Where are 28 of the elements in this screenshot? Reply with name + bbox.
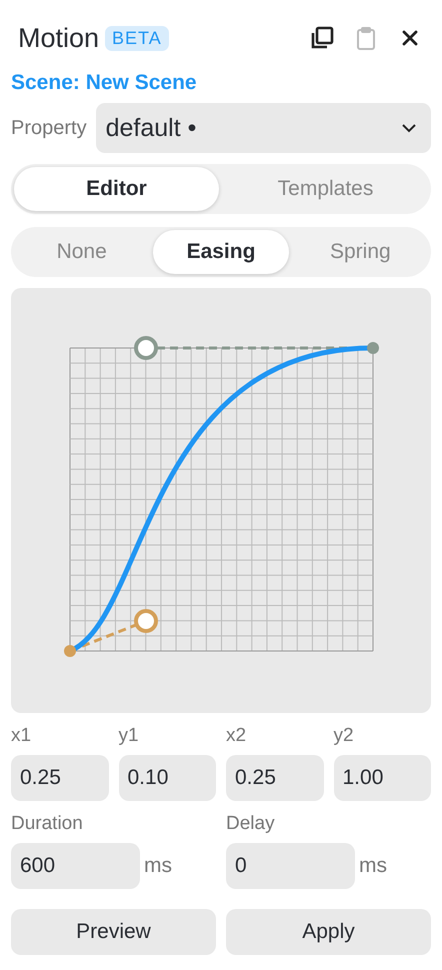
unit-label: ms xyxy=(359,854,387,878)
property-dropdown[interactable]: default • xyxy=(96,103,431,153)
apply-button[interactable]: Apply xyxy=(226,909,431,955)
param-field[interactable]: 0.10 xyxy=(118,755,216,801)
timing-field[interactable]: 0 xyxy=(226,843,355,889)
param-field[interactable]: 1.00 xyxy=(334,755,431,801)
param-label: y1 xyxy=(118,725,140,748)
curve-tab[interactable]: Easing xyxy=(153,230,289,274)
timing-label: Duration xyxy=(11,813,84,836)
copy-icon xyxy=(309,25,335,51)
chevron-down-icon xyxy=(401,123,417,133)
control-handle[interactable] xyxy=(134,336,158,360)
beta-badge: BETA xyxy=(105,26,169,50)
param-field[interactable]: 0.25 xyxy=(11,755,108,801)
control-handle[interactable] xyxy=(134,609,158,633)
param-label: y2 xyxy=(334,725,355,748)
param-label: x1 xyxy=(11,725,32,748)
end-point xyxy=(367,342,379,354)
timing-label: Delay xyxy=(226,813,276,836)
unit-label: ms xyxy=(144,854,172,878)
property-label: Property xyxy=(11,116,87,140)
timing-field[interactable]: 600 xyxy=(11,843,140,889)
param-label: x2 xyxy=(226,725,248,748)
mode-tab[interactable]: Editor xyxy=(14,167,219,211)
panel-title: Motion xyxy=(18,22,100,54)
param-field[interactable]: 0.25 xyxy=(226,755,324,801)
start-point xyxy=(64,645,76,657)
preview-button[interactable]: Preview xyxy=(11,909,216,955)
